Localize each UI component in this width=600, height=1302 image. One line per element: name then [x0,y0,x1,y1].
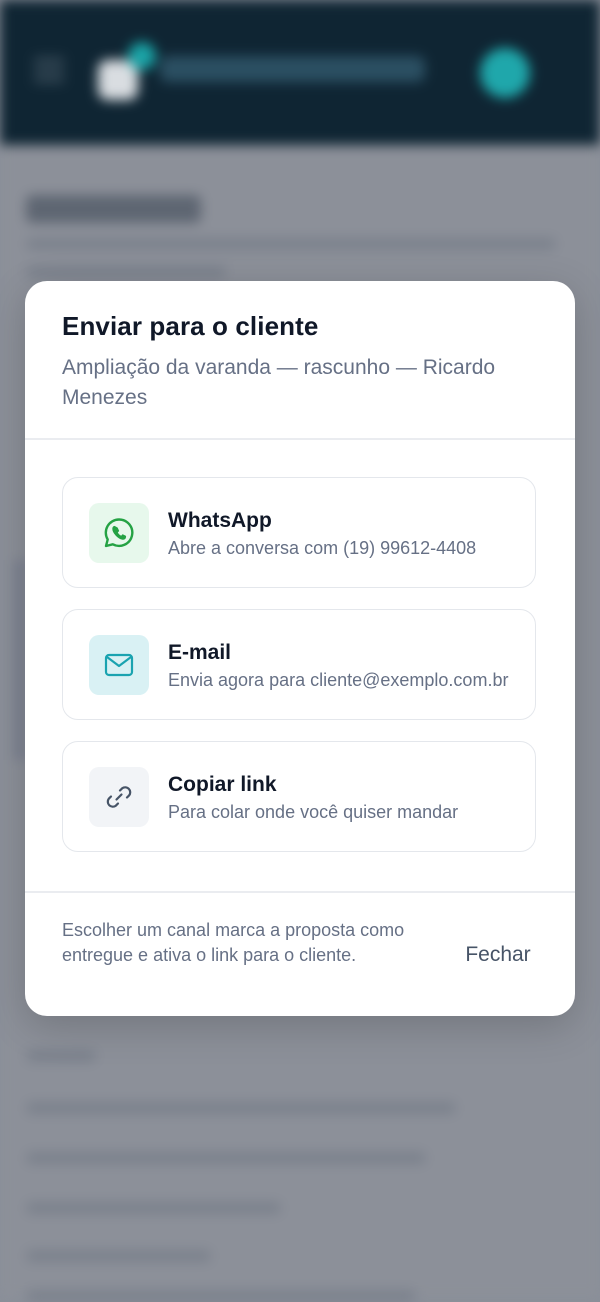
page-text-line [26,1152,426,1164]
option-title: E-mail [168,641,232,664]
page-text-line [26,1102,456,1114]
page-title [26,195,201,223]
page-text-line [26,1202,281,1214]
option-copy-link[interactable]: Copiar link Para colar onde você quiser … [62,741,536,852]
divider [25,438,575,440]
option-email[interactable]: E-mail Envia agora para cliente@exemplo.… [62,609,536,720]
page-text-line [26,238,556,250]
close-button[interactable]: Fechar [443,937,553,973]
page-text-line [26,1290,416,1302]
divider [25,891,575,893]
modal-subtitle: Ampliação da varanda — rascunho — Ricard… [62,356,496,409]
page-text-line [26,1250,211,1262]
logo-accent [128,42,156,70]
footer-note: Escolher um canal marca a proposta como … [62,920,405,965]
page-text-line [26,1050,96,1062]
mail-icon [89,635,149,695]
menu-icon [34,58,64,62]
logo-wordmark [160,56,425,82]
send-to-client-modal: Enviar para o cliente Ampliação da varan… [25,281,575,1016]
app-header [0,0,600,145]
option-title: Copiar link [168,773,277,796]
page-text-line [26,266,226,278]
avatar [480,48,530,98]
modal-title: Enviar para o cliente [62,311,319,341]
option-whatsapp[interactable]: WhatsApp Abre a conversa com (19) 99612-… [62,477,536,588]
option-description: Envia agora para cliente@exemplo.com.br [168,670,509,690]
option-description: Para colar onde você quiser mandar [168,802,459,822]
whatsapp-icon [89,503,149,563]
link-icon [89,767,149,827]
option-description: Abre a conversa com (19) 99612-4408 [168,538,477,558]
option-title: WhatsApp [168,509,272,532]
